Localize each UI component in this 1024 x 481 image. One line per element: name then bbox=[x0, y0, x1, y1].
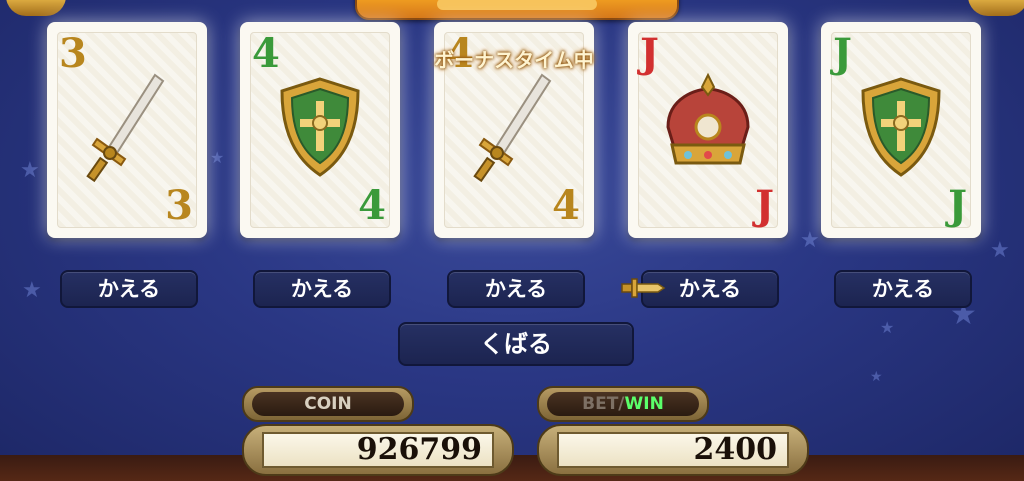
top-banner bbox=[355, 0, 679, 20]
star-icon: ★ bbox=[800, 228, 820, 253]
star-icon: ★ bbox=[210, 148, 225, 167]
star-icon: ★ bbox=[22, 278, 42, 303]
exchange-button-3[interactable]: かえる bbox=[447, 270, 585, 308]
bonus-time-label: ボーナスタイム中 bbox=[434, 48, 594, 72]
lamp-left bbox=[6, 0, 66, 16]
win-value: 2400 bbox=[557, 432, 789, 468]
card-4[interactable]: J J bbox=[628, 22, 788, 238]
star-icon: ★ bbox=[20, 158, 40, 183]
bet-label: BET/ bbox=[582, 394, 625, 414]
crown-icon bbox=[666, 72, 750, 165]
card-5[interactable]: J J bbox=[821, 22, 981, 238]
sword-pointer-icon bbox=[621, 278, 666, 298]
deal-button[interactable]: くばる bbox=[398, 322, 634, 366]
exchange-button-5[interactable]: かえる bbox=[834, 270, 972, 308]
poker-table: ★ ★ ★ ★ ★ ★ ★ ★ 3 3 4 4 4 4 J J J J ボーナス… bbox=[0, 0, 1024, 481]
card-rank: 3 bbox=[165, 182, 193, 229]
card-rank: J bbox=[755, 182, 774, 229]
sword-icon bbox=[86, 73, 165, 183]
betwin-label-tab: BET/WIN bbox=[537, 386, 709, 422]
coin-label-tab: COIN bbox=[242, 386, 414, 422]
shield-icon bbox=[861, 77, 941, 177]
card-rank: J bbox=[833, 30, 852, 77]
exchange-button-2[interactable]: かえる bbox=[253, 270, 391, 308]
exchange-button-1[interactable]: かえる bbox=[60, 270, 198, 308]
card-1[interactable]: 3 3 bbox=[47, 22, 207, 238]
shield-icon bbox=[280, 77, 360, 177]
card-rank: 4 bbox=[552, 182, 580, 229]
star-icon: ★ bbox=[870, 369, 883, 385]
card-rank: 4 bbox=[358, 182, 386, 229]
coin-value: 926799 bbox=[262, 432, 494, 468]
betwin-label: BET/WIN bbox=[547, 392, 699, 416]
card-rank: J bbox=[640, 30, 659, 77]
coin-label: COIN bbox=[252, 392, 404, 416]
card-2[interactable]: 4 4 bbox=[240, 22, 400, 238]
win-display: 2400 bbox=[537, 424, 809, 476]
card-rank: J bbox=[948, 182, 967, 229]
star-icon: ★ bbox=[880, 318, 895, 337]
win-label: WIN bbox=[624, 394, 664, 414]
coin-display: 926799 bbox=[242, 424, 514, 476]
sword-icon bbox=[473, 73, 552, 183]
star-icon: ★ bbox=[990, 238, 1010, 263]
lamp-right bbox=[968, 0, 1024, 16]
